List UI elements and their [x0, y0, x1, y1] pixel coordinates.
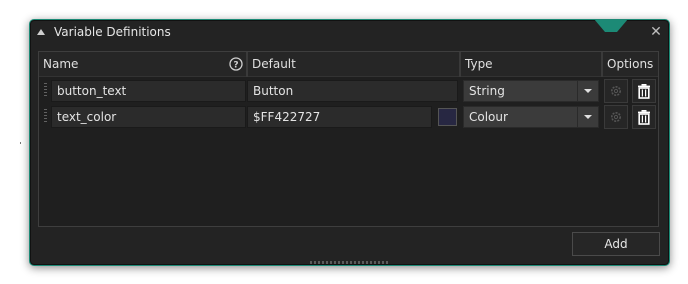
default-value-field[interactable]: Button	[247, 80, 458, 102]
variable-name-field[interactable]: text_color	[51, 106, 246, 128]
header-type: Type	[465, 57, 493, 71]
type-dropdown[interactable]: Colour	[463, 106, 599, 128]
drag-handle-icon[interactable]	[44, 83, 47, 97]
default-value-field[interactable]: $FF422727	[247, 106, 432, 128]
close-icon[interactable]: ✕	[649, 25, 663, 39]
trash-icon	[638, 84, 650, 99]
collapse-triangle-icon[interactable]	[37, 29, 45, 35]
trash-icon	[638, 110, 650, 125]
variables-table: Name ? Default Type Options button_text …	[38, 51, 659, 227]
delete-button[interactable]	[632, 105, 656, 129]
settings-button[interactable]	[604, 79, 628, 103]
color-swatch[interactable]	[438, 108, 457, 126]
variable-definitions-window: Variable Definitions ✕ Name ? Default Ty…	[29, 19, 670, 266]
gear-icon	[611, 86, 621, 96]
title-bar[interactable]: Variable Definitions ✕	[30, 19, 669, 43]
title-notch-decoration	[594, 19, 628, 32]
chevron-down-icon	[577, 81, 598, 101]
stray-mark	[20, 142, 21, 144]
window-title: Variable Definitions	[54, 25, 171, 39]
type-dropdown-value: Colour	[469, 110, 508, 124]
resize-grip[interactable]	[310, 261, 388, 264]
header-options: Options	[607, 57, 654, 71]
type-dropdown-value: String	[469, 84, 505, 98]
header-default: Default	[252, 57, 296, 71]
table-header: Name ? Default Type Options	[39, 52, 658, 77]
help-icon[interactable]: ?	[229, 57, 243, 71]
gear-icon	[611, 112, 621, 122]
table-row: text_color $FF422727 Colour	[39, 105, 658, 129]
type-dropdown[interactable]: String	[463, 80, 599, 102]
add-button[interactable]: Add	[572, 232, 660, 256]
header-name: Name	[43, 57, 79, 71]
chevron-down-icon	[577, 107, 598, 127]
settings-button[interactable]	[604, 105, 628, 129]
variable-name-field[interactable]: button_text	[51, 80, 246, 102]
table-row: button_text Button String	[39, 79, 658, 103]
delete-button[interactable]	[632, 79, 656, 103]
svg-text:?: ?	[233, 61, 238, 71]
drag-handle-icon[interactable]	[44, 109, 47, 123]
